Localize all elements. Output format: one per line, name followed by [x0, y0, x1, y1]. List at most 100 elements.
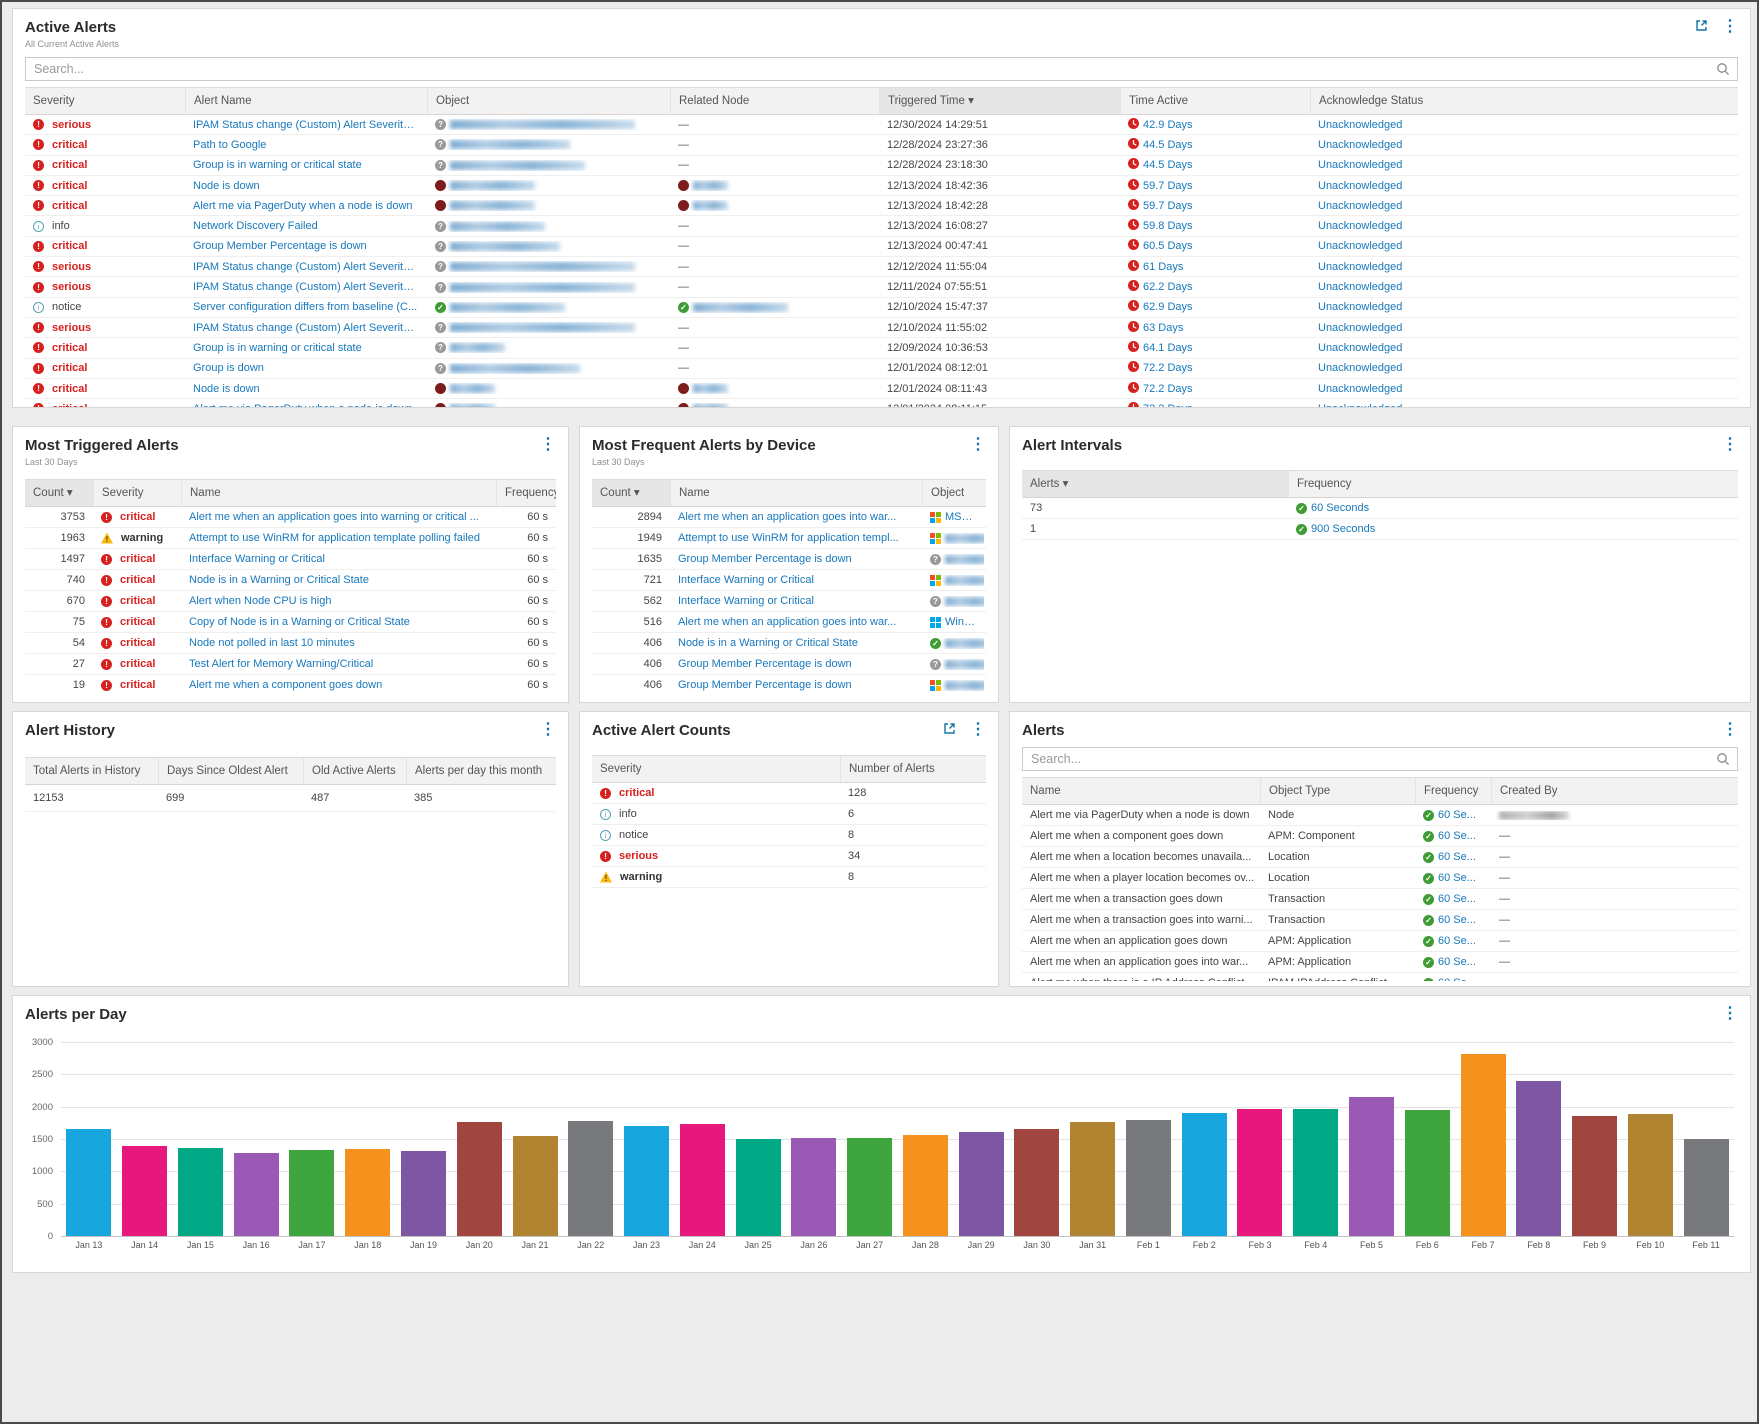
- alert-name-link[interactable]: IPAM Status change (Custom) Alert Severi…: [193, 281, 419, 293]
- column-header-name[interactable]: Name: [181, 480, 496, 506]
- column-header-triggered-time[interactable]: Triggered Time ▾: [879, 88, 1120, 114]
- frequency-link[interactable]: 60 Se...: [1438, 872, 1476, 884]
- alert-name-link[interactable]: Test Alert for Memory Warning/Critical: [189, 658, 373, 670]
- alert-name-link[interactable]: Group Member Percentage is down: [193, 240, 367, 252]
- alert-row[interactable]: ! serious IPAM Status change (Custom) Ale…: [25, 277, 1738, 298]
- alert-row[interactable]: ! critical Node is down 12/13/2024 18:42:…: [25, 176, 1738, 197]
- alert-row[interactable]: 75 ! critical Copy of Node is in a Warnin…: [25, 612, 556, 633]
- alert-name-link[interactable]: Interface Warning or Critical: [678, 595, 814, 607]
- alert-row[interactable]: i info Network Discovery Failed ? — 12/13…: [25, 216, 1738, 237]
- chart-bar[interactable]: [1070, 1121, 1116, 1236]
- column-header-frequency[interactable]: Frequency: [1415, 778, 1491, 804]
- count-row[interactable]: ! serious 34: [592, 846, 986, 867]
- acknowledge-status-link[interactable]: Unacknowledged: [1318, 200, 1402, 212]
- column-header-time-active[interactable]: Time Active: [1120, 88, 1310, 114]
- alert-row[interactable]: ! critical Node is down 12/01/2024 08:11:…: [25, 379, 1738, 400]
- chart-bar[interactable]: [958, 1131, 1004, 1236]
- alert-row[interactable]: ! critical Group is in warning or critica…: [25, 156, 1738, 176]
- chart-bar[interactable]: [1181, 1113, 1227, 1236]
- alert-definition-row[interactable]: Alert me when a location becomes unavail…: [1022, 847, 1738, 868]
- alert-name-link[interactable]: Alert me when an application goes into w…: [189, 511, 479, 523]
- count-row[interactable]: i info 6: [592, 804, 986, 825]
- chart-bar[interactable]: [1627, 1113, 1673, 1236]
- column-header-old-active-alerts[interactable]: Old Active Alerts: [303, 758, 406, 784]
- column-header-alerts-per-day-this-month[interactable]: Alerts per day this month: [406, 758, 556, 784]
- acknowledge-status-link[interactable]: Unacknowledged: [1318, 362, 1402, 374]
- time-active-link[interactable]: 44.5 Days: [1143, 139, 1193, 151]
- alert-row[interactable]: ! critical Group Member Percentage is dow…: [25, 237, 1738, 258]
- alert-name-link[interactable]: Group is in warning or critical state: [193, 342, 362, 354]
- alert-name-link[interactable]: Node is in a Warning or Critical State: [189, 574, 369, 586]
- frequency-link[interactable]: 60 Se...: [1438, 893, 1476, 905]
- acknowledge-status-link[interactable]: Unacknowledged: [1318, 240, 1402, 252]
- time-active-link[interactable]: 62.2 Days: [1143, 281, 1193, 293]
- alert-name-link[interactable]: Copy of Node is in a Warning or Critical…: [189, 616, 410, 628]
- time-active-link[interactable]: 72.2 Days: [1143, 362, 1193, 374]
- column-header-object[interactable]: Object: [427, 88, 670, 114]
- chart-bar[interactable]: [512, 1136, 558, 1236]
- alert-name-link[interactable]: Group Member Percentage is down: [678, 679, 852, 691]
- object-link[interactable]: Windows: [945, 616, 976, 628]
- column-header-number-of-alerts[interactable]: Number of Alerts: [840, 756, 986, 782]
- frequency-link[interactable]: 60 Se...: [1438, 956, 1476, 968]
- alert-row[interactable]: 516 Alert me when an application goes in…: [592, 612, 986, 633]
- interval-row[interactable]: 73 ✓ 60 Seconds: [1022, 498, 1738, 519]
- frequency-link[interactable]: 60 Se...: [1438, 851, 1476, 863]
- chart-bar[interactable]: [847, 1137, 893, 1236]
- acknowledge-status-link[interactable]: Unacknowledged: [1318, 159, 1402, 171]
- alert-definition-row[interactable]: Alert me when a transaction goes into wa…: [1022, 910, 1738, 931]
- alert-row[interactable]: 406 Group Member Percentage is down: [592, 675, 986, 695]
- kebab-menu-icon[interactable]: ⋮: [1722, 437, 1738, 453]
- alert-row[interactable]: 1497 ! critical Interface Warning or Crit…: [25, 549, 556, 570]
- alert-row[interactable]: 406 Node is in a Warning or Critical Sta…: [592, 633, 986, 654]
- kebab-menu-icon[interactable]: ⋮: [970, 437, 986, 453]
- alert-row[interactable]: 1949 Attempt to use WinRM for applicatio…: [592, 528, 986, 549]
- column-header-severity[interactable]: Severity: [592, 756, 840, 782]
- chart-bar[interactable]: [1237, 1109, 1283, 1236]
- chart-bar[interactable]: [1683, 1139, 1729, 1236]
- alert-definition-row[interactable]: Alert me when a transaction goes down Tr…: [1022, 889, 1738, 910]
- kebab-menu-icon[interactable]: ⋮: [1722, 1006, 1738, 1022]
- alert-row[interactable]: ! serious IPAM Status change (Custom) Ale…: [25, 257, 1738, 278]
- column-header-days-since-oldest-alert[interactable]: Days Since Oldest Alert: [158, 758, 303, 784]
- acknowledge-status-link[interactable]: Unacknowledged: [1318, 281, 1402, 293]
- alert-row[interactable]: 3753 ! critical Alert me when an applicat…: [25, 507, 556, 528]
- column-header-name[interactable]: Name: [1022, 778, 1260, 804]
- alert-name-link[interactable]: Path to Google: [193, 139, 266, 151]
- alert-name-link[interactable]: IPAM Status change (Custom) Alert Severi…: [193, 119, 419, 131]
- chart-bar[interactable]: [902, 1134, 948, 1236]
- alert-name-link[interactable]: IPAM Status change (Custom) Alert Severi…: [193, 322, 419, 334]
- chart-bar[interactable]: [791, 1137, 837, 1236]
- alert-name-link[interactable]: Alert me when a component goes down: [189, 679, 382, 691]
- alert-name-link[interactable]: Node is down: [193, 383, 260, 395]
- alert-row[interactable]: i notice Server configuration differs fro…: [25, 298, 1738, 318]
- column-header-object-type[interactable]: Object Type: [1260, 778, 1415, 804]
- alert-name-link[interactable]: Alert me via PagerDuty when a node is do…: [193, 403, 413, 407]
- kebab-menu-icon[interactable]: ⋮: [540, 437, 556, 453]
- column-header-count[interactable]: Count ▾: [592, 480, 670, 506]
- alert-name-link[interactable]: Group Member Percentage is down: [678, 658, 852, 670]
- column-header-total-alerts-in-history[interactable]: Total Alerts in History: [25, 758, 158, 784]
- column-header-name[interactable]: Name: [670, 480, 922, 506]
- alert-name-link[interactable]: Group Member Percentage is down: [678, 553, 852, 565]
- time-active-link[interactable]: 62.9 Days: [1143, 301, 1193, 313]
- alert-row[interactable]: ! critical Group is in warning or critica…: [25, 338, 1738, 359]
- column-header-frequency[interactable]: Frequency: [1288, 471, 1738, 497]
- count-row[interactable]: ! critical 128: [592, 783, 986, 804]
- alert-definition-row[interactable]: Alert me when an application goes down A…: [1022, 931, 1738, 952]
- alert-definition-row[interactable]: Alert me when a player location becomes …: [1022, 868, 1738, 889]
- chart-bar[interactable]: [289, 1150, 335, 1236]
- column-header-object[interactable]: Object: [922, 480, 984, 506]
- alert-row[interactable]: !critical Alert me via PagerDuty when a …: [25, 399, 1738, 407]
- alert-name-link[interactable]: Interface Warning or Critical: [678, 574, 814, 586]
- chart-bar[interactable]: [624, 1126, 670, 1236]
- chart-bar[interactable]: [1014, 1129, 1060, 1236]
- alert-row[interactable]: ! critical Path to Google ? — 12/28/2024 …: [25, 135, 1738, 156]
- interval-row[interactable]: 1 ✓ 900 Seconds: [1022, 519, 1738, 540]
- count-row[interactable]: ! warning 8: [592, 867, 986, 888]
- chart-bar[interactable]: [1348, 1097, 1394, 1236]
- kebab-menu-icon[interactable]: ⋮: [1722, 722, 1738, 738]
- frequency-link[interactable]: 900 Seconds: [1311, 523, 1375, 535]
- kebab-menu-icon[interactable]: ⋮: [970, 722, 986, 738]
- alert-name-link[interactable]: Attempt to use WinRM for application tem…: [189, 532, 480, 544]
